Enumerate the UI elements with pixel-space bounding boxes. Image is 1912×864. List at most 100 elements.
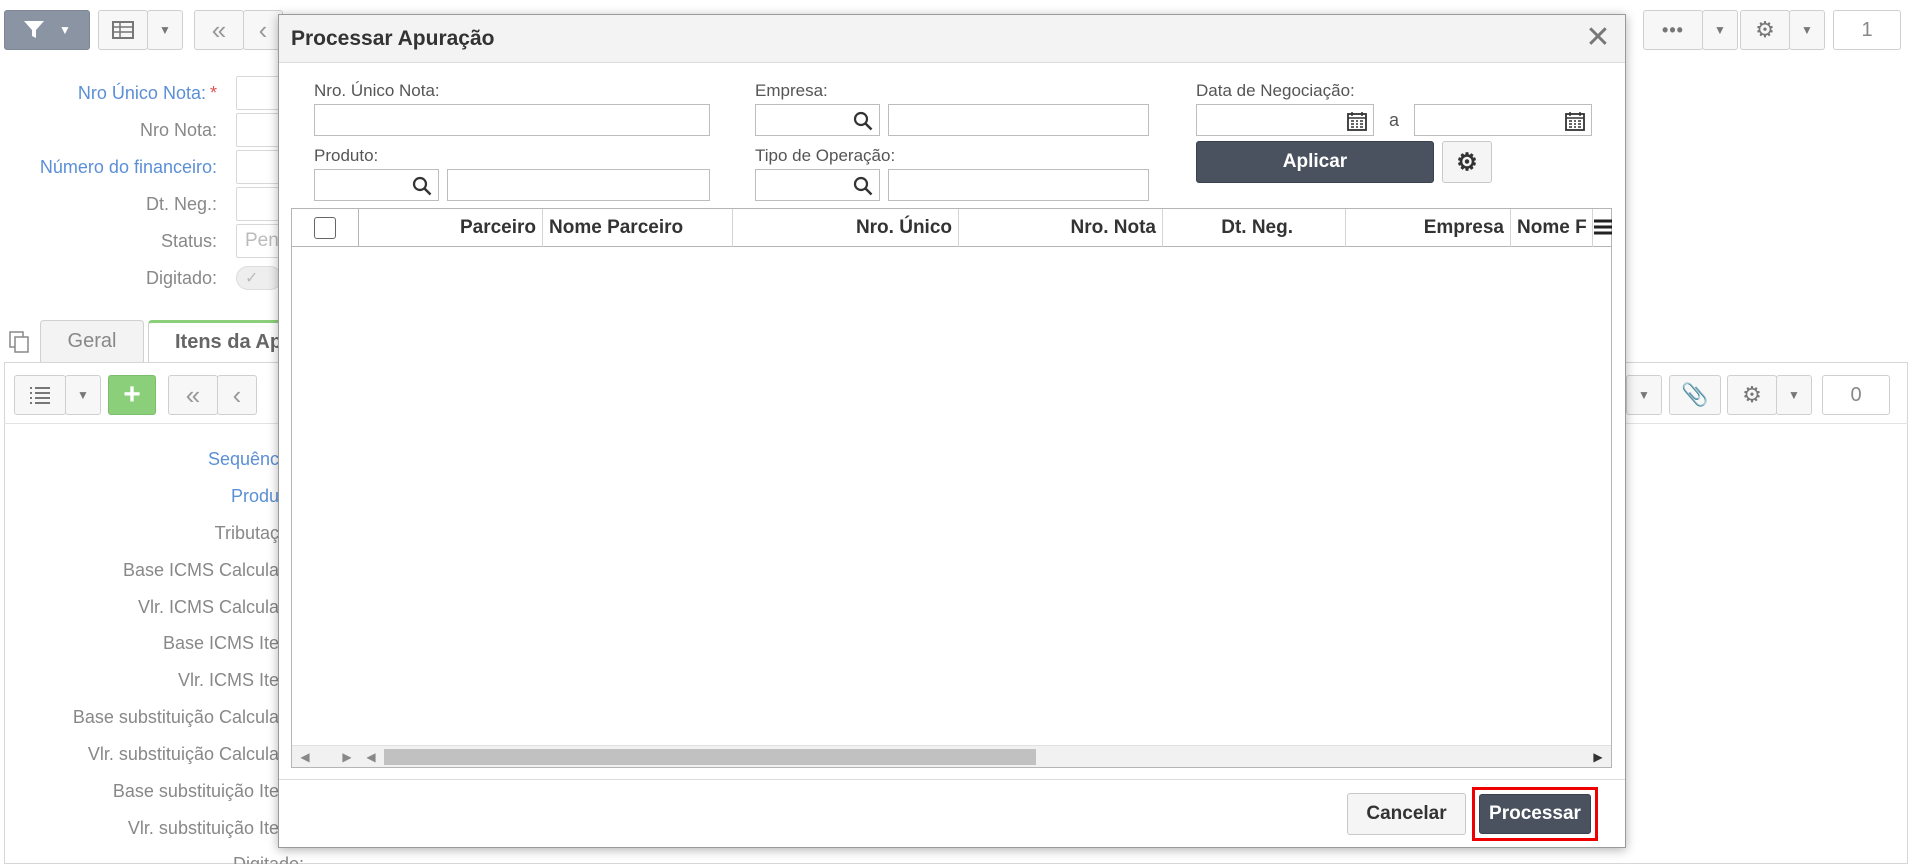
tipo-operacao-name-input[interactable] bbox=[888, 169, 1149, 201]
column-header-nro-unico[interactable]: Nro. Único bbox=[733, 209, 959, 247]
paperclip-icon: 📎 bbox=[1681, 382, 1709, 407]
detail-label: Base substituição Calcula bbox=[72, 707, 279, 727]
produto-code-input[interactable] bbox=[314, 169, 439, 201]
scroll-left-icon[interactable]: ◀ bbox=[298, 750, 312, 764]
tipo-operacao-code-input[interactable] bbox=[755, 169, 880, 201]
detail-label: Vlr. substituição Calcula bbox=[87, 744, 279, 764]
data-negociacao-start-input[interactable] bbox=[1196, 104, 1374, 136]
table-icon bbox=[112, 21, 134, 39]
record-counter: 1 bbox=[1833, 10, 1901, 50]
grid-header: Parceiro Nome Parceiro Nro. Único Nro. N… bbox=[292, 209, 1613, 247]
chevron-down-icon: ▼ bbox=[59, 23, 71, 37]
date-range-separator: a bbox=[1389, 110, 1400, 130]
chevron-down-icon: ▼ bbox=[1788, 388, 1800, 402]
detail-label: Vlr. ICMS Ite bbox=[177, 670, 279, 690]
column-header-parceiro[interactable]: Parceiro bbox=[359, 209, 543, 247]
cancel-button[interactable]: Cancelar bbox=[1347, 793, 1466, 835]
prev-record-button[interactable]: ‹ bbox=[243, 10, 283, 50]
tab-itens-apuracao[interactable]: Itens da Ap bbox=[148, 320, 288, 362]
digitado-toggle[interactable]: ✓ bbox=[236, 266, 282, 290]
produto-name-input[interactable] bbox=[447, 169, 710, 201]
detail-label: Base substituição Ite bbox=[112, 781, 279, 801]
label-nro-unico-nota: Nro Único Nota: * bbox=[77, 83, 217, 103]
grid-view-dropdown[interactable]: ▼ bbox=[147, 10, 183, 50]
chevron-left-icon: ‹ bbox=[258, 14, 268, 45]
toolbar-more-button[interactable]: ••• bbox=[1643, 10, 1703, 50]
check-icon: ✓ bbox=[245, 270, 259, 287]
column-header-nro-nota[interactable]: Nro. Nota bbox=[959, 209, 1163, 247]
scroll-right-icon[interactable]: ▶ bbox=[1591, 750, 1605, 764]
label-numero-financeiro: Número do financeiro: bbox=[39, 157, 217, 177]
label-empresa-filter: Empresa: bbox=[755, 81, 828, 100]
gear-icon: ⚙ bbox=[1755, 17, 1775, 42]
list-icon bbox=[30, 387, 50, 404]
detail-label: Digitado: bbox=[232, 854, 304, 864]
process-button[interactable]: Processar bbox=[1479, 794, 1591, 834]
double-chevron-left-icon: « bbox=[185, 379, 201, 410]
toolbar-settings-button[interactable]: ⚙ bbox=[1740, 10, 1790, 50]
add-button[interactable]: + bbox=[108, 375, 156, 415]
column-header-nome-fantasia[interactable]: Nome F bbox=[1511, 209, 1593, 247]
search-icon[interactable] bbox=[853, 176, 873, 201]
column-header-empresa[interactable]: Empresa bbox=[1346, 209, 1511, 247]
first-record-button[interactable]: « bbox=[194, 10, 244, 50]
filter-button[interactable]: ▼ bbox=[4, 10, 90, 50]
detail-label: Vlr. substituição Ite bbox=[127, 818, 279, 838]
label-nro-nota: Nro Nota: bbox=[139, 120, 217, 140]
detail-settings-dropdown[interactable]: ▼ bbox=[1776, 375, 1812, 415]
scroll-left-icon[interactable]: ◀ bbox=[364, 750, 378, 764]
column-header-dt-neg[interactable]: Dt. Neg. bbox=[1163, 209, 1346, 247]
filter-icon bbox=[24, 21, 45, 38]
detail-first-button[interactable]: « bbox=[168, 375, 218, 415]
empresa-code-input[interactable] bbox=[755, 104, 880, 136]
select-all-checkbox[interactable] bbox=[314, 217, 336, 239]
double-chevron-left-icon: « bbox=[211, 14, 227, 45]
toolbar-more-dropdown[interactable]: ▼ bbox=[1702, 10, 1738, 50]
detail-settings-button[interactable]: ⚙ bbox=[1727, 375, 1777, 415]
column-menu-icon[interactable] bbox=[1593, 217, 1613, 239]
list-view-dropdown[interactable]: ▼ bbox=[65, 375, 101, 415]
attach-button[interactable]: 📎 bbox=[1669, 375, 1721, 415]
chevron-left-icon: ‹ bbox=[232, 379, 242, 410]
label-dt-neg: Dt. Neg.: bbox=[145, 194, 217, 214]
detail-prev-button[interactable]: ‹ bbox=[217, 375, 257, 415]
calendar-icon[interactable] bbox=[1565, 111, 1585, 136]
search-icon[interactable] bbox=[412, 176, 432, 201]
empresa-name-input[interactable] bbox=[888, 104, 1149, 136]
column-header-nome-parceiro[interactable]: Nome Parceiro bbox=[543, 209, 733, 247]
data-negociacao-end-input[interactable] bbox=[1414, 104, 1592, 136]
detail-counter: 0 bbox=[1822, 375, 1890, 415]
horizontal-scrollbar[interactable]: ◀ ▶ ◀ ▶ bbox=[292, 745, 1611, 767]
grid-view-button[interactable] bbox=[98, 10, 148, 50]
gear-icon: ⚙ bbox=[1456, 148, 1478, 176]
dialog-footer: Cancelar Processar bbox=[279, 779, 1625, 847]
chevron-down-icon: ▼ bbox=[159, 23, 171, 37]
chevron-down-icon: ▼ bbox=[1714, 23, 1726, 37]
copy-icon[interactable] bbox=[8, 330, 30, 354]
nro-unico-nota-input[interactable] bbox=[314, 104, 710, 136]
close-icon[interactable]: ✕ bbox=[1583, 23, 1613, 53]
label-data-negociacao: Data de Negociação: bbox=[1196, 81, 1355, 100]
scrollbar-thumb[interactable] bbox=[384, 749, 1036, 765]
scroll-right-icon[interactable]: ▶ bbox=[340, 750, 354, 764]
tab-geral[interactable]: Geral bbox=[40, 320, 144, 362]
detail-label: Base ICMS Calcula bbox=[122, 560, 279, 580]
detail-label: Produ bbox=[230, 486, 279, 506]
detail-dropdown[interactable]: ▼ bbox=[1626, 375, 1662, 415]
list-view-button[interactable] bbox=[14, 375, 66, 415]
calendar-icon[interactable] bbox=[1347, 111, 1367, 136]
detail-label: Sequênc bbox=[207, 449, 279, 469]
chevron-down-icon: ▼ bbox=[1638, 388, 1650, 402]
chevron-down-icon: ▼ bbox=[1801, 23, 1813, 37]
toolbar-settings-dropdown[interactable]: ▼ bbox=[1789, 10, 1825, 50]
results-grid: Parceiro Nome Parceiro Nro. Único Nro. N… bbox=[291, 208, 1612, 768]
search-icon[interactable] bbox=[853, 111, 873, 136]
filter-settings-button[interactable]: ⚙ bbox=[1442, 141, 1492, 183]
label-produto-filter: Produto: bbox=[314, 146, 379, 165]
apply-button[interactable]: Aplicar bbox=[1196, 141, 1434, 183]
detail-label: Vlr. ICMS Calcula bbox=[137, 597, 279, 617]
label-status: Status: bbox=[160, 231, 217, 251]
label-digitado: Digitado: bbox=[145, 268, 217, 288]
gear-icon: ⚙ bbox=[1742, 382, 1762, 407]
plus-icon: + bbox=[123, 378, 141, 411]
